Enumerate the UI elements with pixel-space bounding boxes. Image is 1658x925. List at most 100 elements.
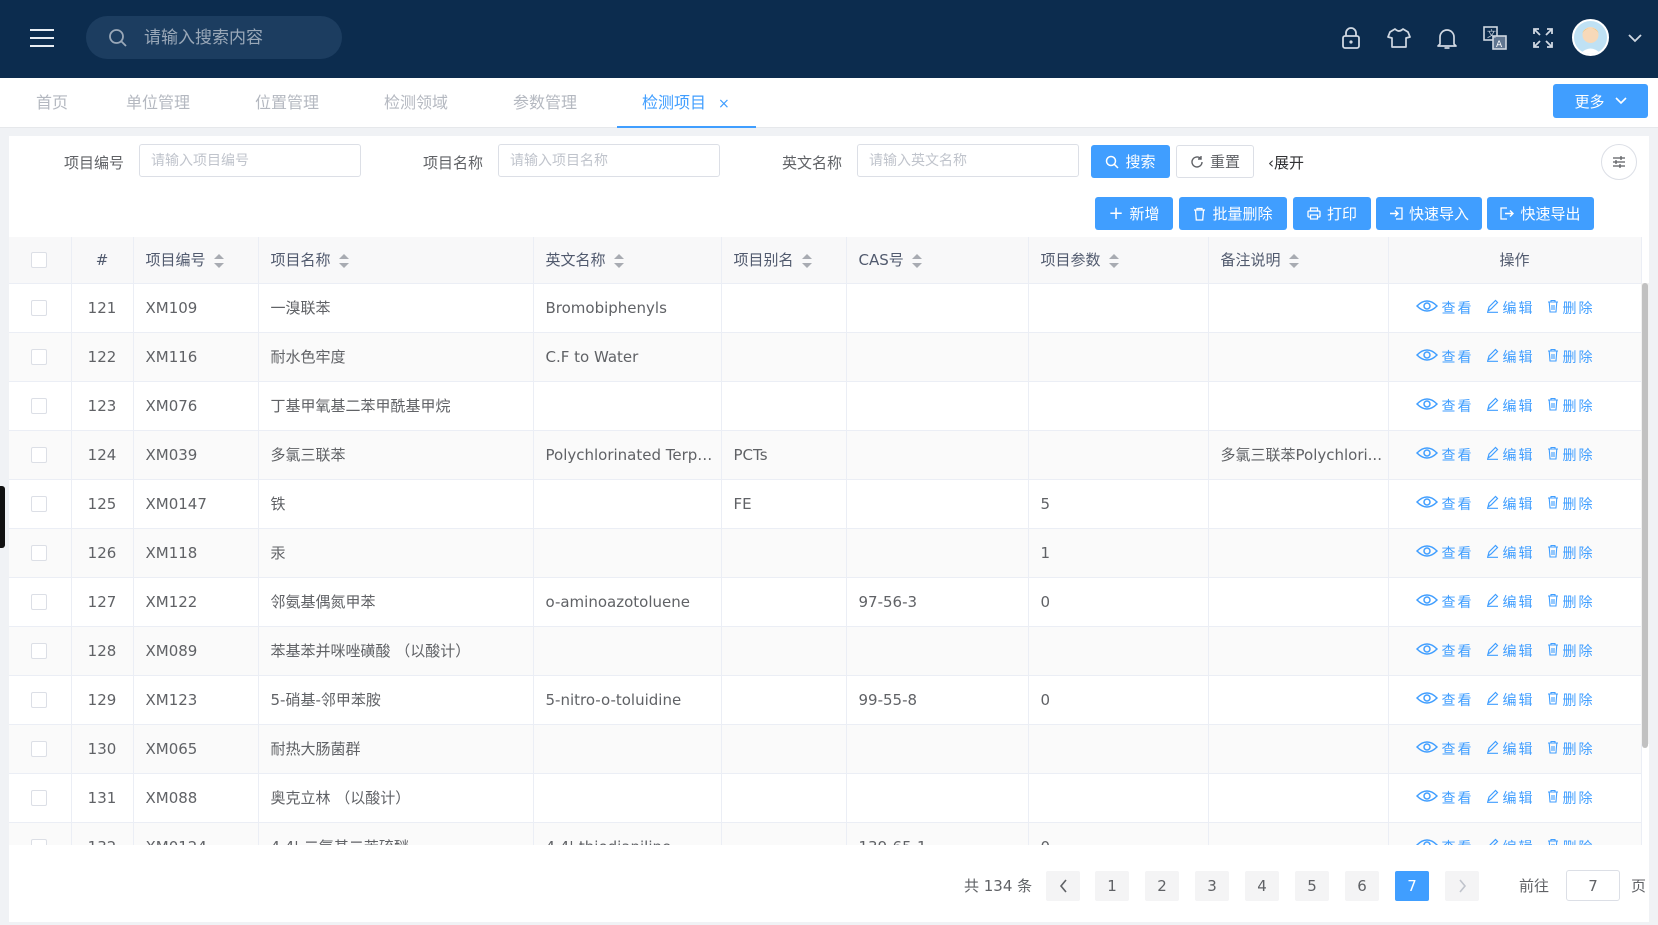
name-filter-input[interactable] (498, 144, 720, 177)
delete-button[interactable]: 删除 (1547, 788, 1595, 808)
delete-button[interactable]: 删除 (1547, 494, 1595, 514)
table-scrollbar-thumb[interactable] (1642, 283, 1648, 748)
delete-button[interactable]: 删除 (1547, 543, 1595, 563)
page-button[interactable]: 5 (1295, 871, 1329, 901)
tab-parameter-management[interactable]: 参数管理 (513, 78, 577, 128)
sort-icon[interactable] (1108, 253, 1119, 268)
edit-button[interactable]: 编辑 (1486, 788, 1535, 808)
select-all-checkbox[interactable] (31, 252, 47, 269)
edit-button[interactable]: 编辑 (1486, 445, 1535, 465)
expand-toggle[interactable]: ‹展开 (1268, 152, 1304, 173)
delete-button[interactable]: 删除 (1547, 837, 1595, 845)
table-row[interactable]: 126 XM118 汞 1 查看 编辑 删除 (9, 528, 1642, 578)
search-button[interactable]: 搜索 (1091, 145, 1170, 178)
delete-button[interactable]: 删除 (1547, 739, 1595, 759)
row-checkbox[interactable] (31, 398, 47, 414)
prev-page-button[interactable] (1046, 871, 1080, 901)
en-filter-input[interactable] (857, 144, 1079, 177)
edit-button[interactable]: 编辑 (1486, 690, 1535, 710)
edit-button[interactable]: 编辑 (1486, 837, 1535, 845)
edit-button[interactable]: 编辑 (1486, 298, 1535, 318)
page-button[interactable]: 4 (1245, 871, 1279, 901)
edit-button[interactable]: 编辑 (1486, 396, 1535, 416)
view-button[interactable]: 查看 (1415, 445, 1474, 465)
sort-icon[interactable] (213, 253, 224, 268)
page-button-current[interactable]: 7 (1395, 871, 1429, 901)
tab-location-management[interactable]: 位置管理 (255, 78, 319, 128)
table-row[interactable]: 132XM01244,4'-二氨基二苯硫醚4,4'-thiodianiline 1… (9, 822, 1642, 845)
delete-button[interactable]: 删除 (1547, 298, 1595, 318)
edit-button[interactable]: 编辑 (1486, 494, 1535, 514)
more-button[interactable]: 更多 (1553, 84, 1648, 118)
header-name[interactable]: 项目名称 (258, 237, 534, 284)
table-row[interactable]: 125 XM0147 铁 FE 5 查看 编辑 删除 (9, 479, 1642, 529)
row-checkbox[interactable] (31, 447, 47, 463)
goto-page-input[interactable] (1566, 870, 1620, 901)
row-checkbox[interactable] (31, 349, 47, 365)
sort-icon[interactable] (613, 253, 624, 268)
tab-home[interactable]: 首页 (36, 78, 68, 128)
view-button[interactable]: 查看 (1415, 837, 1474, 845)
code-filter-input[interactable] (139, 144, 361, 177)
global-search[interactable] (86, 16, 342, 59)
avatar[interactable] (1572, 19, 1609, 56)
table-row[interactable]: 129 XM123 5-硝基-邻甲苯胺 5-nitro-o-toluidine 99-5… (9, 675, 1642, 725)
delete-button[interactable]: 删除 (1547, 641, 1595, 661)
edit-button[interactable]: 编辑 (1486, 347, 1535, 367)
chevron-down-icon[interactable] (1621, 24, 1649, 52)
table-row[interactable]: 127 XM122 邻氨基偶氮甲苯 o-aminoazotoluene 97-56-3 0… (9, 577, 1642, 627)
tab-test-items[interactable]: 检测项目 × (617, 78, 756, 128)
column-settings-button[interactable] (1601, 144, 1637, 180)
header-param[interactable]: 项目参数 (1028, 237, 1209, 284)
header-en-name[interactable]: 英文名称 (533, 237, 722, 284)
tab-test-domain[interactable]: 检测领域 (384, 78, 448, 128)
row-checkbox[interactable] (31, 790, 47, 806)
next-page-button[interactable] (1445, 871, 1479, 901)
row-checkbox[interactable] (31, 741, 47, 757)
row-checkbox[interactable] (31, 300, 47, 316)
row-checkbox[interactable] (31, 594, 47, 610)
table-row[interactable]: 121 XM109 一溴联苯 Bromobiphenyls 查看 编辑 删除 (9, 283, 1642, 333)
view-button[interactable]: 查看 (1415, 347, 1474, 367)
page-button[interactable]: 1 (1095, 871, 1129, 901)
sort-icon[interactable] (338, 253, 349, 268)
table-row[interactable]: 123 XM076 丁基甲氧基二苯甲酰基甲烷 查看 编辑 删除 (9, 381, 1642, 431)
edit-button[interactable]: 编辑 (1486, 739, 1535, 759)
add-button[interactable]: + 新增 (1095, 197, 1173, 230)
lock-icon[interactable] (1337, 24, 1365, 52)
table-row[interactable]: 128 XM089 苯基苯并咪唑磺酸 （以酸计） 查看 编辑 删除 (9, 626, 1642, 676)
table-row[interactable]: 130 XM065 耐热大肠菌群 查看 编辑 删除 (9, 724, 1642, 774)
view-button[interactable]: 查看 (1415, 543, 1474, 563)
row-checkbox[interactable] (31, 692, 47, 708)
view-button[interactable]: 查看 (1415, 788, 1474, 808)
view-button[interactable]: 查看 (1415, 592, 1474, 612)
delete-button[interactable]: 删除 (1547, 347, 1595, 367)
table-row[interactable]: 124 XM039 多氯三联苯 Polychlorinated Terph... PCT… (9, 430, 1642, 480)
header-code[interactable]: 项目编号 (133, 237, 259, 284)
row-checkbox[interactable] (31, 839, 47, 845)
row-checkbox[interactable] (31, 496, 47, 512)
translate-icon[interactable]: 文A (1481, 24, 1509, 52)
hamburger-menu-icon[interactable] (30, 29, 54, 49)
view-button[interactable]: 查看 (1415, 739, 1474, 759)
print-button[interactable]: 打印 (1293, 197, 1371, 230)
view-button[interactable]: 查看 (1415, 641, 1474, 661)
view-button[interactable]: 查看 (1415, 494, 1474, 514)
reset-button[interactable]: 重置 (1176, 145, 1254, 178)
header-note[interactable]: 备注说明 (1208, 237, 1389, 284)
edit-button[interactable]: 编辑 (1486, 543, 1535, 563)
view-button[interactable]: 查看 (1415, 396, 1474, 416)
bell-icon[interactable] (1433, 24, 1461, 52)
sort-icon[interactable] (801, 253, 812, 268)
view-button[interactable]: 查看 (1415, 298, 1474, 318)
edit-button[interactable]: 编辑 (1486, 592, 1535, 612)
delete-button[interactable]: 删除 (1547, 396, 1595, 416)
page-button[interactable]: 6 (1345, 871, 1379, 901)
table-row[interactable]: 122 XM116 耐水色牢度 C.F to Water 查看 编辑 删除 (9, 332, 1642, 382)
delete-button[interactable]: 删除 (1547, 690, 1595, 710)
close-icon[interactable]: × (718, 96, 730, 112)
shirt-icon[interactable] (1385, 24, 1413, 52)
global-search-input[interactable] (144, 26, 324, 50)
sidebar-drag-handle[interactable] (0, 486, 5, 548)
delete-button[interactable]: 删除 (1547, 445, 1595, 465)
